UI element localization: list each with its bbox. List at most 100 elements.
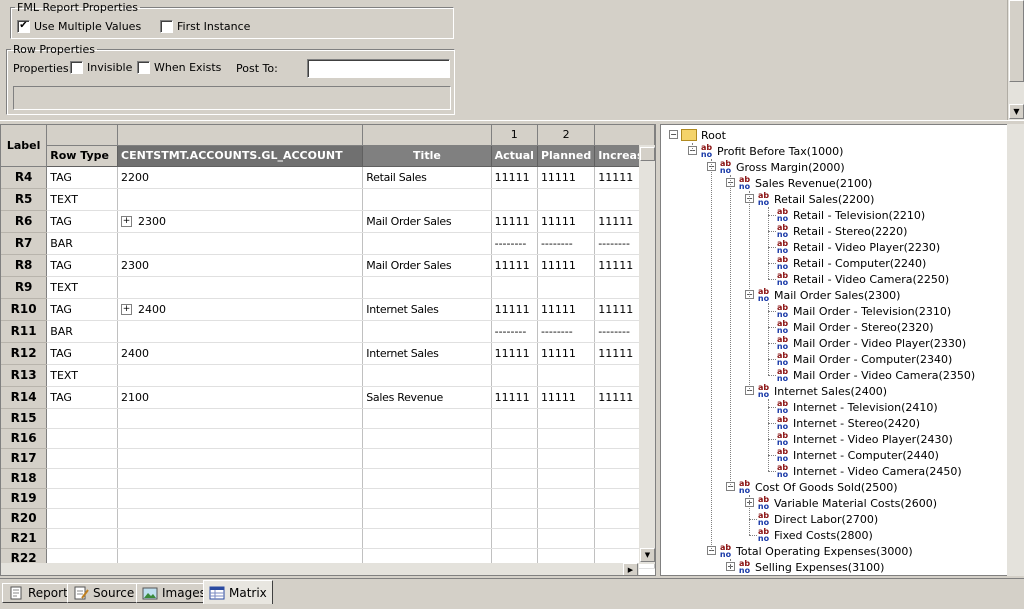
row-type-cell[interactable] bbox=[46, 488, 118, 509]
matrix-row[interactable]: R16 bbox=[1, 428, 655, 449]
row-type-cell[interactable]: TAG bbox=[46, 342, 118, 365]
title-cell[interactable] bbox=[362, 428, 492, 449]
account-cell[interactable]: +2400 bbox=[117, 298, 364, 321]
collapse-icon[interactable]: − bbox=[669, 130, 678, 139]
matrix-row[interactable]: R15 bbox=[1, 408, 655, 429]
row-type-cell[interactable]: TAG bbox=[46, 210, 118, 233]
matrix-row[interactable]: R18 bbox=[1, 468, 655, 489]
tree-node[interactable]: ab no Internet - Computer(2440) bbox=[768, 447, 939, 463]
expand-plus-icon[interactable]: + bbox=[121, 304, 132, 315]
row-type-cell[interactable] bbox=[46, 408, 118, 429]
tree-node[interactable]: ab no Retail - Video Camera(2250) bbox=[768, 271, 949, 287]
tree-node[interactable]: − ab no Gross Margin(2000) bbox=[707, 159, 845, 175]
planned-cell[interactable] bbox=[537, 276, 596, 299]
invisible-box[interactable] bbox=[70, 61, 83, 74]
row-type-cell[interactable] bbox=[46, 448, 118, 469]
matrix-scroll-down-arrow[interactable]: ▼ bbox=[640, 548, 655, 562]
planned-cell[interactable] bbox=[537, 188, 596, 211]
row-label[interactable]: R9 bbox=[1, 276, 48, 299]
matrix-row[interactable]: R21 bbox=[1, 528, 655, 549]
account-cell[interactable] bbox=[117, 448, 364, 469]
account-cell[interactable] bbox=[117, 232, 364, 255]
row-label[interactable]: R10 bbox=[1, 298, 48, 321]
actual-cell[interactable] bbox=[491, 528, 538, 549]
title-cell[interactable]: Mail Order Sales bbox=[362, 254, 492, 277]
actual-cell[interactable] bbox=[491, 188, 538, 211]
properties-scroll-thumb[interactable] bbox=[1009, 0, 1024, 82]
matrix-row[interactable]: R13 TEXT bbox=[1, 364, 655, 387]
actual-cell[interactable] bbox=[491, 428, 538, 449]
matrix-row[interactable]: R7 BAR -------- -------- -------- bbox=[1, 232, 655, 255]
tree-node[interactable]: − ab no Mail Order Sales(2300) bbox=[745, 287, 900, 303]
planned-cell[interactable]: -------- bbox=[537, 320, 596, 343]
tree-node[interactable]: ab no Retail - Television(2210) bbox=[768, 207, 925, 223]
planned-cell[interactable] bbox=[537, 408, 596, 429]
account-cell[interactable] bbox=[117, 408, 364, 429]
title-cell[interactable]: Sales Revenue bbox=[362, 386, 492, 409]
planned-cell[interactable] bbox=[537, 364, 596, 387]
planned-cell[interactable] bbox=[537, 468, 596, 489]
tree-node[interactable]: − ab no Retail Sales(2200) bbox=[745, 191, 874, 207]
account-cell[interactable] bbox=[117, 488, 364, 509]
title-cell[interactable] bbox=[362, 448, 492, 469]
invisible-checkbox[interactable]: Invisible bbox=[70, 61, 132, 74]
tab-report[interactable]: Report bbox=[2, 583, 74, 603]
row-type-cell[interactable] bbox=[46, 528, 118, 549]
tree-node[interactable]: ab no Retail - Stereo(2220) bbox=[768, 223, 907, 239]
account-cell[interactable]: 2200 bbox=[117, 166, 364, 189]
tab-matrix[interactable]: Matrix bbox=[203, 580, 273, 604]
tree-node[interactable]: + ab no Variable Material Costs(2600) bbox=[745, 495, 937, 511]
row-type-header[interactable]: Row Type bbox=[46, 145, 118, 167]
title-cell[interactable] bbox=[362, 408, 492, 429]
actual-cell[interactable]: 11111 bbox=[491, 342, 538, 365]
row-label[interactable]: R7 bbox=[1, 232, 48, 255]
matrix-scroll-right-arrow[interactable]: ▶ bbox=[623, 563, 638, 575]
row-label[interactable]: R14 bbox=[1, 386, 48, 409]
actual-cell[interactable] bbox=[491, 448, 538, 469]
planned-cell[interactable]: 11111 bbox=[537, 210, 596, 233]
actual-cell[interactable] bbox=[491, 508, 538, 529]
tree-node[interactable]: ab no Mail Order - Stereo(2320) bbox=[768, 319, 933, 335]
title-cell[interactable] bbox=[362, 508, 492, 529]
tree-node[interactable]: ab no Mail Order - Television(2310) bbox=[768, 303, 951, 319]
tree-node[interactable]: ab no Retail - Computer(2240) bbox=[768, 255, 926, 271]
tree-vertical-scrollbar[interactable] bbox=[1007, 124, 1024, 576]
matrix-row[interactable]: R6 TAG +2300 Mail Order Sales 11111 11111 1111… bbox=[1, 210, 655, 233]
matrix-row[interactable]: R4 TAG 2200 Retail Sales 11111 11111 11111 bbox=[1, 166, 655, 189]
actual-cell[interactable] bbox=[491, 408, 538, 429]
properties-scrollbar[interactable]: ▼ bbox=[1007, 0, 1024, 120]
planned-cell[interactable]: 11111 bbox=[537, 342, 596, 365]
row-label[interactable]: R15 bbox=[1, 408, 48, 429]
tree-node[interactable]: − ab no Sales Revenue(2100) bbox=[726, 175, 872, 191]
row-label[interactable]: R5 bbox=[1, 188, 48, 211]
title-cell[interactable]: Mail Order Sales bbox=[362, 210, 492, 233]
tree-node[interactable]: ab no Direct Labor(2700) bbox=[749, 511, 878, 527]
account-cell[interactable]: 2300 bbox=[117, 254, 364, 277]
tree-node[interactable]: − ab no Total Operating Expenses(3000) bbox=[707, 543, 913, 559]
planned-column-header[interactable]: Planned bbox=[537, 145, 596, 167]
title-cell[interactable]: Retail Sales bbox=[362, 166, 492, 189]
tree-node[interactable]: ab no Mail Order - Video Camera(2350) bbox=[768, 367, 975, 383]
row-label[interactable]: R11 bbox=[1, 320, 48, 343]
tab-source[interactable]: Source bbox=[67, 583, 141, 603]
actual-cell[interactable] bbox=[491, 364, 538, 387]
use-multiple-values-checkbox[interactable]: ✔ Use Multiple Values bbox=[17, 20, 141, 33]
row-label[interactable]: R12 bbox=[1, 342, 48, 365]
title-cell[interactable] bbox=[362, 276, 492, 299]
row-type-cell[interactable]: TAG bbox=[46, 254, 118, 277]
title-cell[interactable] bbox=[362, 488, 492, 509]
account-column-header[interactable]: CENTSTMT.ACCOUNTS.GL_ACCOUNT bbox=[117, 145, 364, 167]
actual-cell[interactable] bbox=[491, 468, 538, 489]
account-cell[interactable] bbox=[117, 468, 364, 489]
matrix-row[interactable]: R9 TEXT bbox=[1, 276, 655, 299]
row-label[interactable]: R19 bbox=[1, 488, 48, 509]
tree-node[interactable]: − Root bbox=[669, 127, 726, 143]
row-type-cell[interactable]: TEXT bbox=[46, 188, 118, 211]
use-multiple-values-box[interactable]: ✔ bbox=[17, 20, 30, 33]
tree-node[interactable]: ab no Internet - Stereo(2420) bbox=[768, 415, 920, 431]
row-type-cell[interactable] bbox=[46, 428, 118, 449]
planned-cell[interactable]: 11111 bbox=[537, 254, 596, 277]
post-to-input[interactable] bbox=[307, 59, 450, 78]
tree-node[interactable]: ab no Retail - Video Player(2230) bbox=[768, 239, 940, 255]
planned-cell[interactable] bbox=[537, 428, 596, 449]
